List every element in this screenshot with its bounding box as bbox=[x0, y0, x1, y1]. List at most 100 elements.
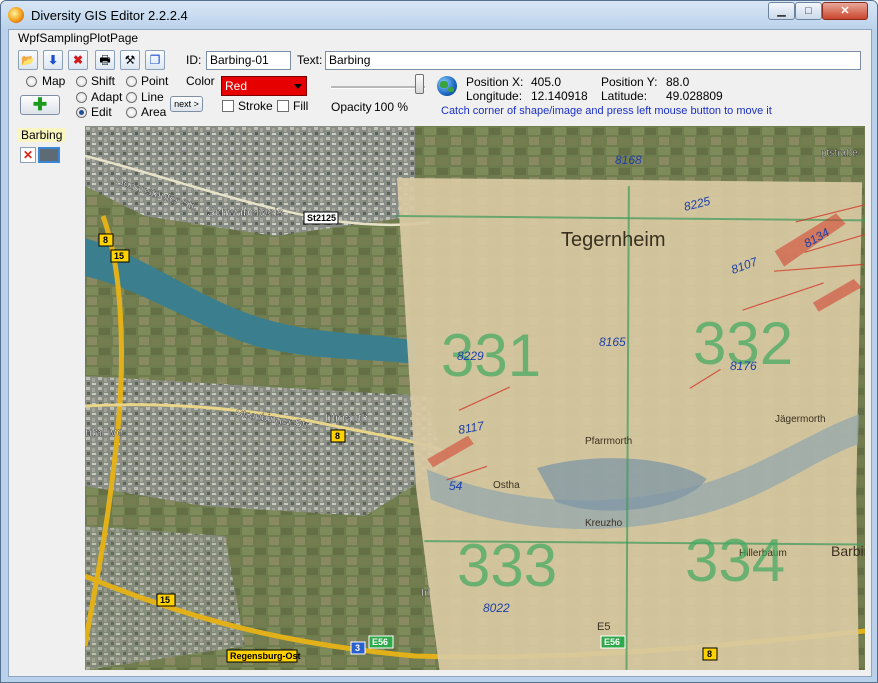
next-button[interactable]: next > bbox=[170, 96, 203, 112]
print-button[interactable]: 🖶 bbox=[95, 50, 115, 70]
annotation-8176: 8176 bbox=[730, 359, 757, 373]
place-label-schwabelweis: Schwabelweis bbox=[207, 205, 283, 219]
place-label-jagermorth: Jägermorth bbox=[775, 414, 826, 425]
globe-icon[interactable] bbox=[437, 76, 457, 96]
tools-button[interactable]: ⚒ bbox=[120, 50, 140, 70]
area-radio[interactable] bbox=[126, 107, 137, 118]
road-shield-8-c: 8 bbox=[707, 649, 712, 659]
shift-radio-label: Shift bbox=[91, 74, 116, 88]
street-label-hauptstrasse: ptstraße bbox=[821, 148, 858, 159]
close-button[interactable]: ✕ bbox=[822, 2, 868, 20]
place-label-irl: Irl bbox=[421, 587, 430, 599]
road-label-e5: E5 bbox=[597, 621, 610, 633]
text-field[interactable]: Barbing bbox=[325, 51, 861, 70]
id-field[interactable]: Barbing-01 bbox=[206, 51, 291, 70]
place-label-tegernheim: Tegernheim bbox=[561, 229, 666, 251]
color-label: Color bbox=[186, 74, 215, 88]
road-shield-8-a: 8 bbox=[103, 235, 108, 245]
longitude-label: Longitude: bbox=[466, 89, 523, 103]
longitude-value: 12.140918 bbox=[531, 89, 588, 103]
annotation-8168: 8168 bbox=[615, 153, 642, 167]
opacity-slider-thumb[interactable] bbox=[415, 74, 424, 94]
point-radio-label: Point bbox=[141, 74, 169, 88]
road-shield-e56-a: E56 bbox=[372, 637, 388, 647]
shape-image-thumbnail[interactable] bbox=[38, 147, 60, 163]
shift-radio[interactable] bbox=[76, 76, 87, 87]
opacity-label: Opacity bbox=[331, 100, 372, 114]
print-icon: 🖶 bbox=[99, 53, 111, 67]
remove-shape-button[interactable]: ✕ bbox=[20, 147, 36, 163]
map-canvas[interactable]: Donaustaufer Str. Schwabelweis Straubing… bbox=[85, 126, 865, 670]
stroke-checkbox[interactable] bbox=[222, 100, 234, 112]
save-button[interactable]: ⬇ bbox=[43, 50, 63, 70]
annotation-8165: 8165 bbox=[599, 335, 626, 349]
adapt-radio-label: Adapt bbox=[91, 90, 123, 104]
client-area: WpfSamplingPlotPage 📂 ⬇ ✖ 🖶 ⚒ ❐ ID: Barb… bbox=[8, 29, 872, 677]
page-tab-title: WpfSamplingPlotPage bbox=[18, 31, 139, 45]
map-radio-label: Map bbox=[42, 74, 66, 88]
point-radio[interactable] bbox=[126, 76, 137, 87]
open-folder-button[interactable]: 📂 bbox=[18, 50, 38, 70]
industrial-area bbox=[85, 376, 445, 516]
place-label-irlmauth: Irlmauth bbox=[325, 411, 368, 425]
color-select-value: Red bbox=[225, 79, 248, 93]
save-icon: ⬇ bbox=[47, 53, 59, 67]
plus-icon: ✚ bbox=[32, 95, 48, 114]
road-shield-15-b: 15 bbox=[160, 595, 170, 605]
line-radio-label: Line bbox=[141, 90, 164, 104]
app-window: Diversity GIS Editor 2.2.2.4 ▁ □ ✕ WpfSa… bbox=[0, 0, 878, 683]
place-label-ntal: ntal ive bbox=[85, 425, 123, 439]
place-label-kreuzho: Kreuzho bbox=[585, 518, 623, 529]
line-radio[interactable] bbox=[126, 92, 137, 103]
road-shield-a3: 3 bbox=[355, 643, 360, 653]
delete-button[interactable]: ✖ bbox=[68, 50, 88, 70]
title-bar: Diversity GIS Editor 2.2.2.4 ▁ □ ✕ bbox=[1, 1, 877, 29]
id-label: ID: bbox=[186, 53, 202, 67]
edit-radio[interactable] bbox=[76, 107, 87, 118]
shape-list-item-label[interactable]: Barbing bbox=[18, 128, 66, 142]
hint-text: Catch corner of shape/image and press le… bbox=[441, 105, 772, 117]
place-label-pfarrmorth: Pfarrmorth bbox=[585, 436, 632, 447]
area-radio-label: Area bbox=[141, 105, 167, 119]
fill-checkbox[interactable] bbox=[277, 100, 289, 112]
grid-number-333: 333 bbox=[457, 532, 557, 599]
latitude-label: Latitude: bbox=[601, 89, 648, 103]
place-label-barbing: Barbing bbox=[831, 543, 865, 559]
grid-number-334: 334 bbox=[685, 527, 785, 594]
window-title: Diversity GIS Editor 2.2.2.4 bbox=[31, 8, 188, 23]
annotation-8022: 8022 bbox=[483, 601, 510, 615]
adapt-radio[interactable] bbox=[76, 92, 87, 103]
road-shield-15-a: 15 bbox=[114, 251, 124, 261]
road-shield-e56-b: E56 bbox=[604, 637, 620, 647]
dropdown-arrow-icon bbox=[294, 84, 302, 89]
open-folder-icon: 📂 bbox=[21, 55, 35, 67]
pages-icon: ❐ bbox=[149, 53, 161, 67]
color-select[interactable]: Red bbox=[221, 76, 307, 96]
pages-button[interactable]: ❐ bbox=[145, 50, 165, 70]
tools-icon: ⚒ bbox=[124, 53, 136, 67]
annotation-8229: 8229 bbox=[457, 349, 484, 363]
close-icon: ✕ bbox=[22, 148, 34, 162]
road-shield-st2125: St2125 bbox=[307, 213, 336, 223]
position-x-value: 405.0 bbox=[531, 75, 562, 89]
exit-sign-regensburg-ost: Regensburg-Ost bbox=[230, 651, 301, 661]
opacity-value: 100 % bbox=[374, 100, 409, 114]
position-x-label: Position X: bbox=[466, 75, 524, 89]
latitude-value: 49.028809 bbox=[666, 89, 723, 103]
delete-icon: ✖ bbox=[72, 53, 84, 67]
edit-radio-label: Edit bbox=[91, 105, 112, 119]
app-icon bbox=[8, 7, 24, 23]
place-label-ostha: Ostha bbox=[493, 480, 520, 491]
map-radio[interactable] bbox=[26, 76, 37, 87]
position-y-label: Position Y: bbox=[601, 75, 658, 89]
position-y-value: 88.0 bbox=[666, 75, 690, 89]
stroke-label: Stroke bbox=[238, 99, 273, 113]
minimize-button[interactable]: ▁ bbox=[768, 2, 795, 20]
opacity-slider-track[interactable] bbox=[331, 86, 425, 89]
text-label: Text: bbox=[297, 53, 323, 67]
map-svg[interactable]: Donaustaufer Str. Schwabelweis Straubing… bbox=[85, 126, 865, 670]
add-shape-button[interactable]: ✚ bbox=[20, 95, 60, 115]
annotation-54: 54 bbox=[449, 479, 463, 493]
road-shield-8-b: 8 bbox=[335, 431, 340, 441]
maximize-button[interactable]: □ bbox=[795, 2, 822, 20]
